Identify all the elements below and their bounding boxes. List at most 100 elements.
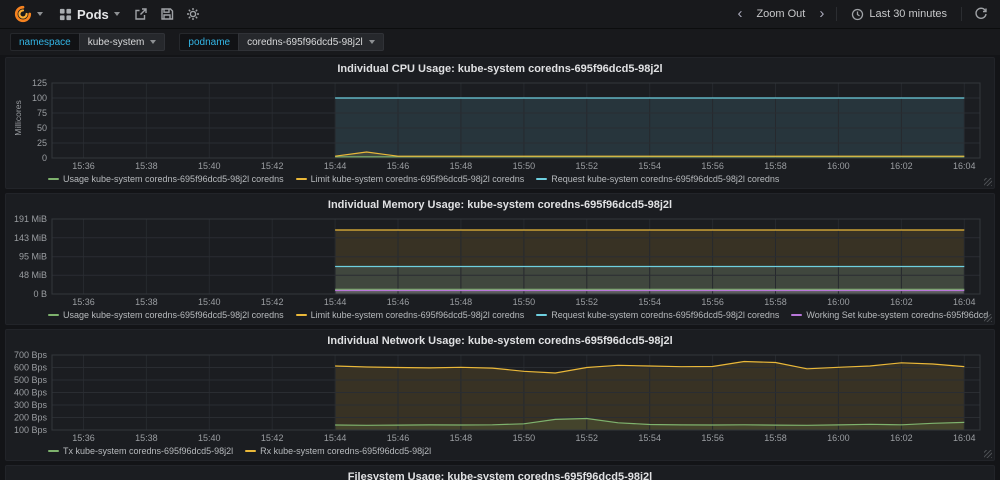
zoom-out-button[interactable]: Zoom Out <box>750 5 811 23</box>
refresh-button[interactable] <box>970 4 992 24</box>
svg-text:15:40: 15:40 <box>198 433 221 443</box>
legend-label: Usage kube-system coredns-695f96dcd5-98j… <box>63 310 284 320</box>
panel-title[interactable]: Individual Memory Usage: kube-system cor… <box>12 197 988 213</box>
svg-text:16:02: 16:02 <box>890 161 913 171</box>
svg-text:25: 25 <box>37 138 47 148</box>
svg-text:400 Bps: 400 Bps <box>14 388 48 398</box>
panel-network-usage: Individual Network Usage: kube-system co… <box>5 329 995 461</box>
svg-text:16:02: 16:02 <box>890 297 913 307</box>
time-range-button[interactable]: Last 30 minutes <box>845 5 953 24</box>
svg-text:15:52: 15:52 <box>576 433 599 443</box>
dashboard-picker-button[interactable]: Pods <box>53 4 126 25</box>
dashboard-panels: Individual CPU Usage: kube-system coredn… <box>0 55 1000 480</box>
divider <box>961 7 962 21</box>
legend-label: Limit kube-system coredns-695f96dcd5-98j… <box>311 174 525 184</box>
legend-color-marker <box>296 178 307 180</box>
legend-item[interactable]: Request kube-system coredns-695f96dcd5-9… <box>536 174 779 184</box>
legend-color-marker <box>536 314 547 316</box>
dashboard-title: Pods <box>77 7 109 22</box>
legend-label: Request kube-system coredns-695f96dcd5-9… <box>551 310 779 320</box>
svg-text:15:58: 15:58 <box>764 433 787 443</box>
var-value-podname-dropdown[interactable]: coredns-695f96dcd5-98j2l <box>238 33 384 51</box>
svg-text:15:36: 15:36 <box>72 297 95 307</box>
var-label-podname: podname <box>179 33 238 51</box>
svg-text:15:58: 15:58 <box>764 161 787 171</box>
legend-item[interactable]: Limit kube-system coredns-695f96dcd5-98j… <box>296 174 525 184</box>
svg-text:15:38: 15:38 <box>135 297 158 307</box>
svg-text:16:04: 16:04 <box>953 161 976 171</box>
svg-text:15:44: 15:44 <box>324 161 347 171</box>
panel-legend: Tx kube-system coredns-695f96dcd5-98j2l R… <box>12 443 988 458</box>
panel-title[interactable]: Individual Network Usage: kube-system co… <box>12 333 988 349</box>
gear-icon <box>186 7 200 21</box>
var-value-text: kube-system <box>88 37 145 48</box>
chevron-down-icon <box>150 40 156 44</box>
svg-text:15:54: 15:54 <box>638 433 661 443</box>
svg-text:200 Bps: 200 Bps <box>14 413 48 423</box>
legend-label: Request kube-system coredns-695f96dcd5-9… <box>551 174 779 184</box>
panel-legend: Usage kube-system coredns-695f96dcd5-98j… <box>12 307 988 322</box>
svg-text:15:48: 15:48 <box>450 161 473 171</box>
var-value-namespace-dropdown[interactable]: kube-system <box>79 33 166 51</box>
svg-text:15:46: 15:46 <box>387 433 410 443</box>
legend-item[interactable]: Usage kube-system coredns-695f96dcd5-98j… <box>48 310 284 320</box>
svg-text:125: 125 <box>32 78 47 88</box>
svg-text:15:46: 15:46 <box>387 297 410 307</box>
grafana-menu-button[interactable] <box>8 2 49 26</box>
legend-label: Tx kube-system coredns-695f96dcd5-98j2l <box>63 446 233 456</box>
svg-text:48 MiB: 48 MiB <box>19 270 47 280</box>
svg-text:15:42: 15:42 <box>261 433 284 443</box>
settings-button[interactable] <box>182 4 204 24</box>
legend-item[interactable]: Rx kube-system coredns-695f96dcd5-98j2l <box>245 446 431 456</box>
time-back-button[interactable]: ‹ <box>733 7 746 21</box>
share-button[interactable] <box>130 4 152 24</box>
grafana-logo-icon <box>14 5 32 23</box>
legend-item[interactable]: Tx kube-system coredns-695f96dcd5-98j2l <box>48 446 233 456</box>
svg-text:15:46: 15:46 <box>387 161 410 171</box>
svg-text:16:02: 16:02 <box>890 433 913 443</box>
memory-chart: 15:3615:3815:4015:4215:4415:4615:4815:50… <box>12 213 988 307</box>
legend-label: Rx kube-system coredns-695f96dcd5-98j2l <box>260 446 431 456</box>
chevron-down-icon <box>369 40 375 44</box>
legend-item[interactable]: Usage kube-system coredns-695f96dcd5-98j… <box>48 174 284 184</box>
clock-icon <box>851 8 864 21</box>
legend-item[interactable]: Limit kube-system coredns-695f96dcd5-98j… <box>296 310 525 320</box>
svg-text:95 MiB: 95 MiB <box>19 252 47 262</box>
svg-text:15:44: 15:44 <box>324 297 347 307</box>
legend-item[interactable]: Request kube-system coredns-695f96dcd5-9… <box>536 310 779 320</box>
svg-text:600 Bps: 600 Bps <box>14 363 48 373</box>
chart-canvas: 15:3615:3815:4015:4215:4415:4615:4815:50… <box>12 349 988 443</box>
svg-text:15:54: 15:54 <box>638 297 661 307</box>
time-forward-button[interactable]: › <box>815 7 828 21</box>
legend-label: Working Set kube-system coredns-695f96dc… <box>806 310 988 320</box>
save-icon <box>160 7 174 21</box>
chart-canvas: 15:3615:3815:4015:4215:4415:4615:4815:50… <box>12 77 988 171</box>
svg-text:15:52: 15:52 <box>576 297 599 307</box>
legend-color-marker <box>48 450 59 452</box>
panel-resize-handle[interactable] <box>984 450 992 458</box>
panel-resize-handle[interactable] <box>984 314 992 322</box>
panel-resize-handle[interactable] <box>984 178 992 186</box>
legend-label: Usage kube-system coredns-695f96dcd5-98j… <box>63 174 284 184</box>
save-button[interactable] <box>156 4 178 24</box>
svg-text:15:50: 15:50 <box>513 433 536 443</box>
svg-text:300 Bps: 300 Bps <box>14 400 48 410</box>
panel-title[interactable]: Filesystem Usage: kube-system coredns-69… <box>12 469 988 480</box>
share-icon <box>134 7 148 21</box>
panel-legend: Usage kube-system coredns-695f96dcd5-98j… <box>12 171 988 186</box>
refresh-icon <box>974 7 988 21</box>
svg-text:100 Bps: 100 Bps <box>14 425 48 435</box>
svg-text:191 MiB: 191 MiB <box>14 214 47 224</box>
svg-text:15:42: 15:42 <box>261 297 284 307</box>
time-range-label: Last 30 minutes <box>869 8 947 20</box>
legend-color-marker <box>48 178 59 180</box>
panel-memory-usage: Individual Memory Usage: kube-system cor… <box>5 193 995 325</box>
svg-text:16:00: 16:00 <box>827 161 850 171</box>
svg-text:15:56: 15:56 <box>701 161 724 171</box>
svg-text:16:00: 16:00 <box>827 433 850 443</box>
panel-title[interactable]: Individual CPU Usage: kube-system coredn… <box>12 61 988 77</box>
legend-item[interactable]: Working Set kube-system coredns-695f96dc… <box>791 310 988 320</box>
svg-text:143 MiB: 143 MiB <box>14 233 47 243</box>
svg-text:50: 50 <box>37 123 47 133</box>
svg-text:15:54: 15:54 <box>638 161 661 171</box>
